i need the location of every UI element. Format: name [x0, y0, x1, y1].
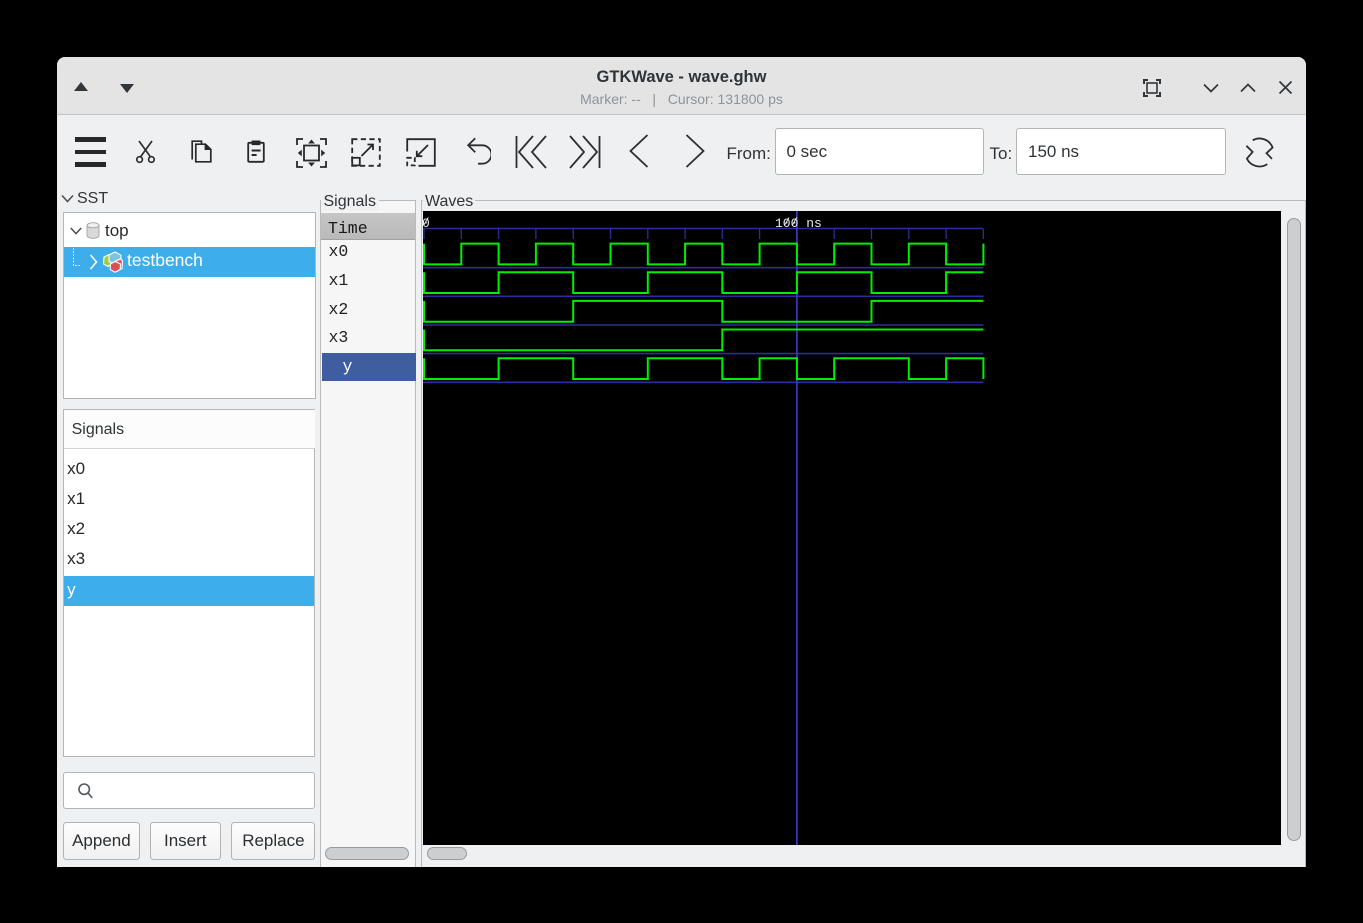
- svg-text:0: 0: [423, 216, 430, 231]
- svg-text:100 ns: 100 ns: [775, 216, 822, 231]
